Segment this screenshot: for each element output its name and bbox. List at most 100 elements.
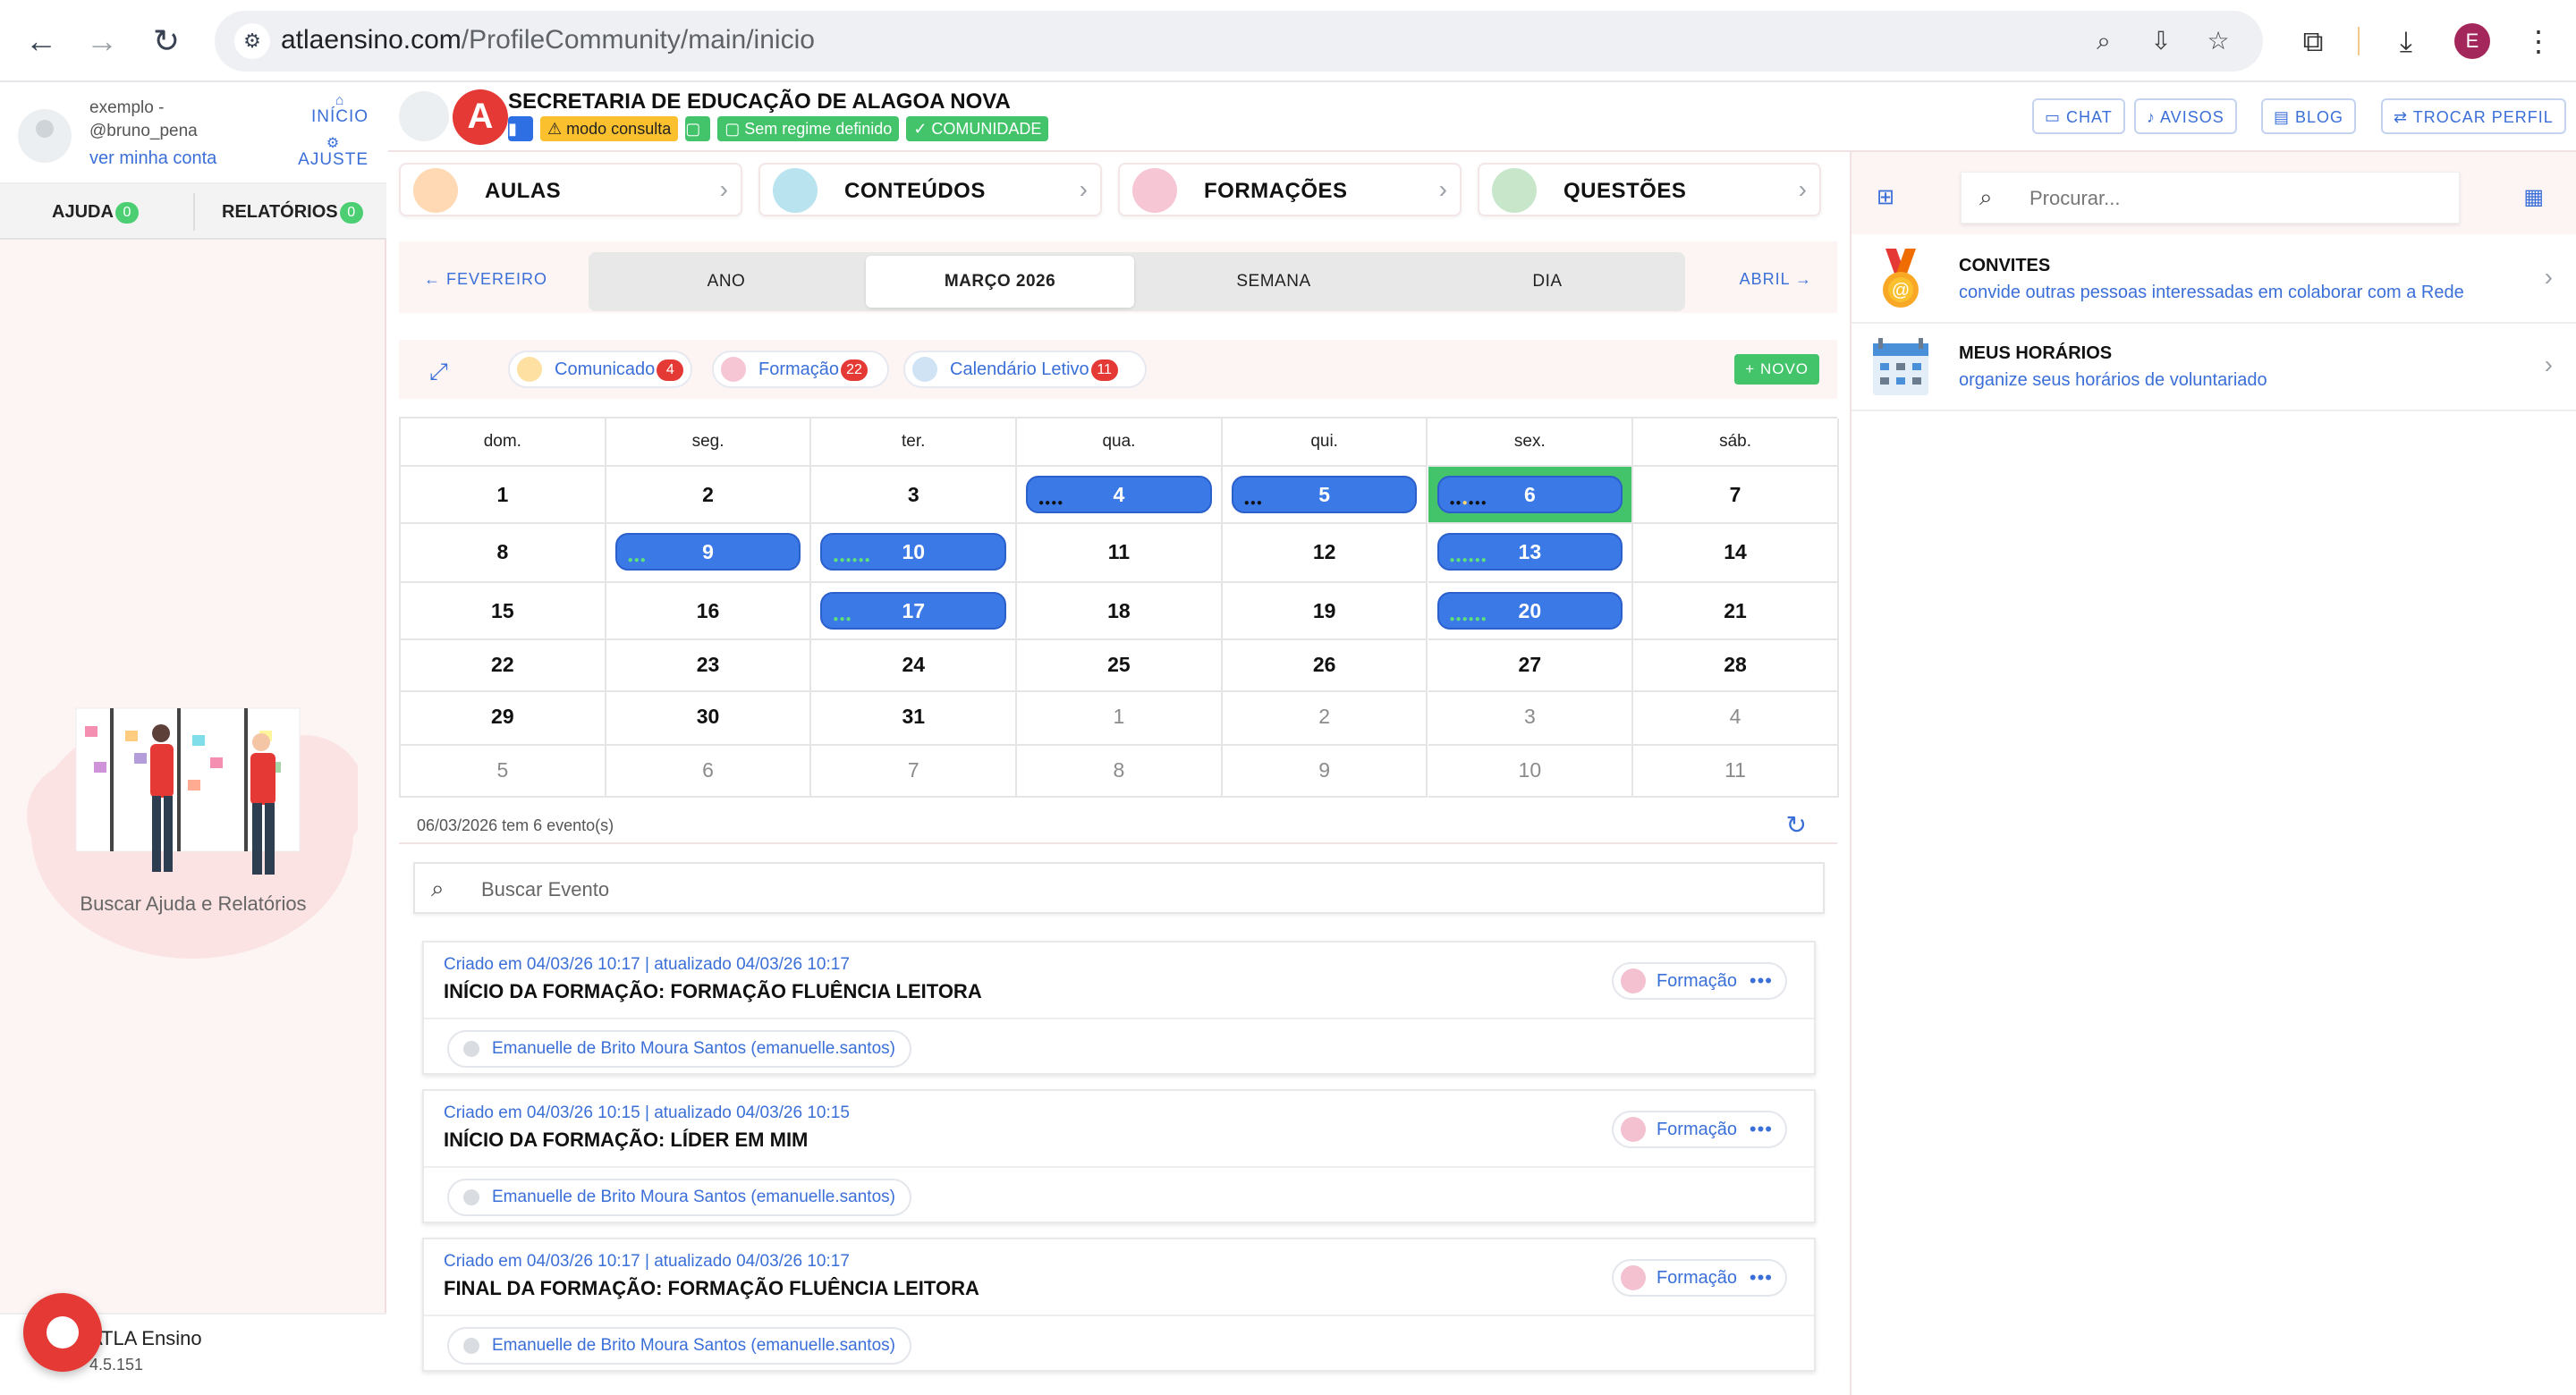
bookmark-star-icon[interactable]: ☆ [2200,23,2236,59]
chat-button[interactable]: ▭ CHAT [2032,98,2125,134]
more-options-icon[interactable]: ••• [1750,964,1773,998]
filter-calendario-letivo[interactable]: Calendário Letivo 11 [903,351,1147,388]
event-author-chip[interactable]: Emanuelle de Brito Moura Santos (emanuel… [447,1327,911,1365]
grid-view-icon[interactable]: ⊞ [1877,184,1894,210]
forward-icon[interactable]: → [80,20,123,63]
day-cell[interactable]: 23 [606,640,812,692]
day-cell[interactable]: 5 [401,746,606,798]
event-card[interactable]: Criado em 04/03/26 10:17 | atualizado 04… [422,1238,1816,1372]
category-questoes[interactable]: QUESTÕES › [1478,163,1821,216]
reload-icon[interactable]: ↻ [145,20,188,63]
profile-avatar[interactable]: E [2454,23,2490,59]
support-chat-button[interactable] [23,1293,102,1372]
event-title[interactable]: FINAL DA FORMAÇÃO: FORMAÇÃO FLUÊNCIA LEI… [444,1277,979,1300]
event-day-pill[interactable]: 10 ●●●●●● [820,533,1007,571]
day-cell[interactable]: 11 [1633,746,1839,798]
day-cell[interactable]: 10 ●●●●●● [811,524,1018,583]
day-cell[interactable]: 6 [606,746,812,798]
day-cell[interactable]: 12 [1222,524,1428,583]
my-account-link[interactable]: ver minha conta [89,148,216,169]
day-cell[interactable]: 8 [1017,746,1223,798]
day-cell[interactable]: 27 [1428,640,1634,692]
tab-ajuda[interactable]: AJUDA 0 [52,202,139,224]
meus-horarios-item[interactable]: MEUS HORÁRIOS organize seus horários de … [1852,324,2576,411]
next-month-button[interactable]: ABRIL → [1740,270,1812,289]
convites-item[interactable]: @ CONVITES convide outras pessoas intere… [1852,236,2576,324]
view-mes[interactable]: MARÇO 2026 [866,256,1134,308]
event-day-pill[interactable]: 9 ●●● [614,533,801,571]
zoom-icon[interactable]: ⌕ [2086,23,2122,59]
inicio-button[interactable]: ⌂ INÍCIO [311,94,369,127]
back-icon[interactable]: ← [20,20,63,63]
day-cell[interactable]: 8 [401,524,606,583]
user-avatar[interactable] [18,109,72,163]
day-cell[interactable]: 3 [1428,692,1634,746]
day-cell[interactable]: 11 [1017,524,1223,583]
event-day-pill[interactable]: 5 ●●● [1231,476,1418,513]
day-cell[interactable]: 6 ●●●●●● [1428,467,1634,524]
help-caption[interactable]: Buscar Ajuda e Relatórios [0,892,386,916]
avisos-button[interactable]: ♪ AVISOS [2134,98,2237,134]
day-cell[interactable]: 7 [811,746,1018,798]
event-search-input[interactable]: ⌕ Buscar Evento [413,862,1825,914]
day-cell[interactable]: 9 ●●● [606,524,812,583]
day-cell[interactable]: 26 [1222,640,1428,692]
day-cell[interactable]: 14 [1633,524,1839,583]
day-cell[interactable]: 3 [811,467,1018,524]
more-options-icon[interactable]: ••• [1750,1261,1773,1295]
day-cell[interactable]: 29 [401,692,606,746]
prev-month-button[interactable]: ← FEVEREIRO [424,270,547,289]
event-type-chip[interactable]: Formação ••• [1611,962,1787,1000]
new-event-button[interactable]: + NOVO [1734,354,1819,385]
filter-comunicado[interactable]: Comunicado 4 [508,351,692,388]
day-cell[interactable]: 15 [401,583,606,640]
event-day-pill[interactable]: 13 ●●●●●● [1436,533,1623,571]
refresh-icon[interactable]: ↻ [1786,807,1807,844]
day-cell[interactable]: 22 [401,640,606,692]
day-cell[interactable]: 4 [1633,692,1839,746]
day-cell[interactable]: 21 [1633,583,1839,640]
event-title[interactable]: INÍCIO DA FORMAÇÃO: LÍDER EM MIM [444,1129,808,1152]
address-bar[interactable]: ⚙ atlaensino.com/ProfileCommunity/main/i… [215,11,2263,72]
event-day-pill[interactable]: 17 ●●● [820,592,1007,630]
view-semana[interactable]: SEMANA [1140,256,1408,308]
event-title[interactable]: INÍCIO DA FORMAÇÃO: FORMAÇÃO FLUÊNCIA LE… [444,980,982,1003]
org-avatar[interactable] [399,91,449,141]
day-cell[interactable]: 2 [1222,692,1428,746]
url-text[interactable]: atlaensino.com/ProfileCommunity/main/ini… [281,25,815,55]
day-cell[interactable]: 13 ●●●●●● [1428,524,1634,583]
category-aulas[interactable]: AULAS › [399,163,742,216]
day-cell[interactable]: 9 [1222,746,1428,798]
day-cell[interactable]: 31 [811,692,1018,746]
site-info-icon[interactable]: ⚙ [234,23,270,59]
view-dia[interactable]: DIA [1413,256,1682,308]
event-author-chip[interactable]: Emanuelle de Brito Moura Santos (emanuel… [447,1179,911,1216]
category-conteudos[interactable]: CONTEÚDOS › [758,163,1102,216]
event-author-chip[interactable]: Emanuelle de Brito Moura Santos (emanuel… [447,1030,911,1068]
day-cell[interactable]: 4 ●●●● [1017,467,1223,524]
right-search-input[interactable]: ⌕ Procurar... [1961,172,2460,224]
event-card[interactable]: Criado em 04/03/26 10:17 | atualizado 04… [422,941,1816,1075]
expand-icon[interactable]: ⤢ [429,358,448,386]
event-card[interactable]: Criado em 04/03/26 10:15 | atualizado 04… [422,1089,1816,1223]
trocar-perfil-button[interactable]: ⇄ TROCAR PERFIL [2381,98,2566,134]
extensions-icon[interactable]: ⧉ [2292,20,2334,63]
tab-relatorios[interactable]: RELATÓRIOS 0 [222,202,363,224]
event-day-pill[interactable]: 6 ●●●●●● [1436,476,1623,513]
day-cell[interactable]: 17 ●●● [811,583,1018,640]
day-cell[interactable]: 1 [1017,692,1223,746]
qr-code-icon[interactable]: ▦ [2523,184,2544,210]
day-cell[interactable]: 20 ●●●●●● [1428,583,1634,640]
event-day-pill[interactable]: 20 ●●●●●● [1436,592,1623,630]
blog-button[interactable]: ▤ BLOG [2261,98,2357,134]
day-cell[interactable]: 1 [401,467,606,524]
filter-formacao[interactable]: Formação 22 [712,351,889,388]
day-cell[interactable]: 28 [1633,640,1839,692]
ajuste-button[interactable]: ⚙ AJUSTE [298,137,369,170]
install-app-icon[interactable]: ⇩ [2143,23,2179,59]
day-cell[interactable]: 25 [1017,640,1223,692]
day-cell[interactable]: 18 [1017,583,1223,640]
stats-icon[interactable]: ▮ [508,116,533,141]
downloads-icon[interactable]: ⤓ [2385,20,2428,63]
day-cell[interactable]: 19 [1222,583,1428,640]
